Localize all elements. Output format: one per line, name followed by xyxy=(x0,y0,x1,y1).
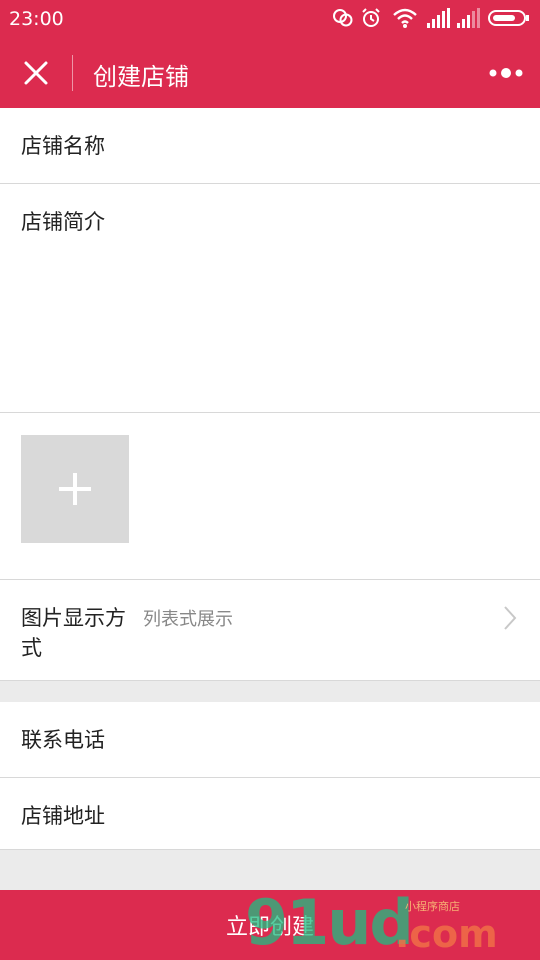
page-title: 创建店铺 xyxy=(93,63,189,91)
nav-bar: 创建店铺 xyxy=(0,38,540,108)
status-icons xyxy=(332,7,532,31)
nav-divider xyxy=(72,55,73,91)
status-time: 23:00 xyxy=(9,8,64,30)
create-button-label: 立即创建 xyxy=(225,915,314,940)
address-label: 店铺地址 xyxy=(21,804,105,828)
create-button[interactable]: 立即创建 xyxy=(0,890,540,960)
phone-label: 联系电话 xyxy=(21,728,105,752)
more-icon[interactable] xyxy=(488,63,524,83)
wifi-icon xyxy=(393,8,417,28)
display-mode-value: 列表式展示 xyxy=(143,609,233,630)
add-image-button[interactable] xyxy=(21,435,129,543)
store-name-label: 店铺名称 xyxy=(21,134,105,158)
chevron-right-icon xyxy=(504,606,517,630)
signal-icon xyxy=(457,8,480,28)
alarm-icon xyxy=(362,8,380,27)
display-mode-label: 图片显示方式 xyxy=(21,606,126,660)
wechat-icon xyxy=(333,9,353,27)
close-icon[interactable] xyxy=(18,55,54,91)
store-intro-row[interactable]: 店铺简介 xyxy=(0,184,540,413)
status-bar: 23:00 xyxy=(0,0,540,38)
address-row[interactable]: 店铺地址 xyxy=(0,778,540,850)
phone-row[interactable]: 联系电话 xyxy=(0,702,540,778)
store-intro-label: 店铺简介 xyxy=(21,210,105,234)
signal-icon xyxy=(427,8,450,28)
battery-icon xyxy=(488,10,529,26)
plus-icon xyxy=(59,473,91,505)
store-name-row[interactable]: 店铺名称 xyxy=(0,108,540,184)
